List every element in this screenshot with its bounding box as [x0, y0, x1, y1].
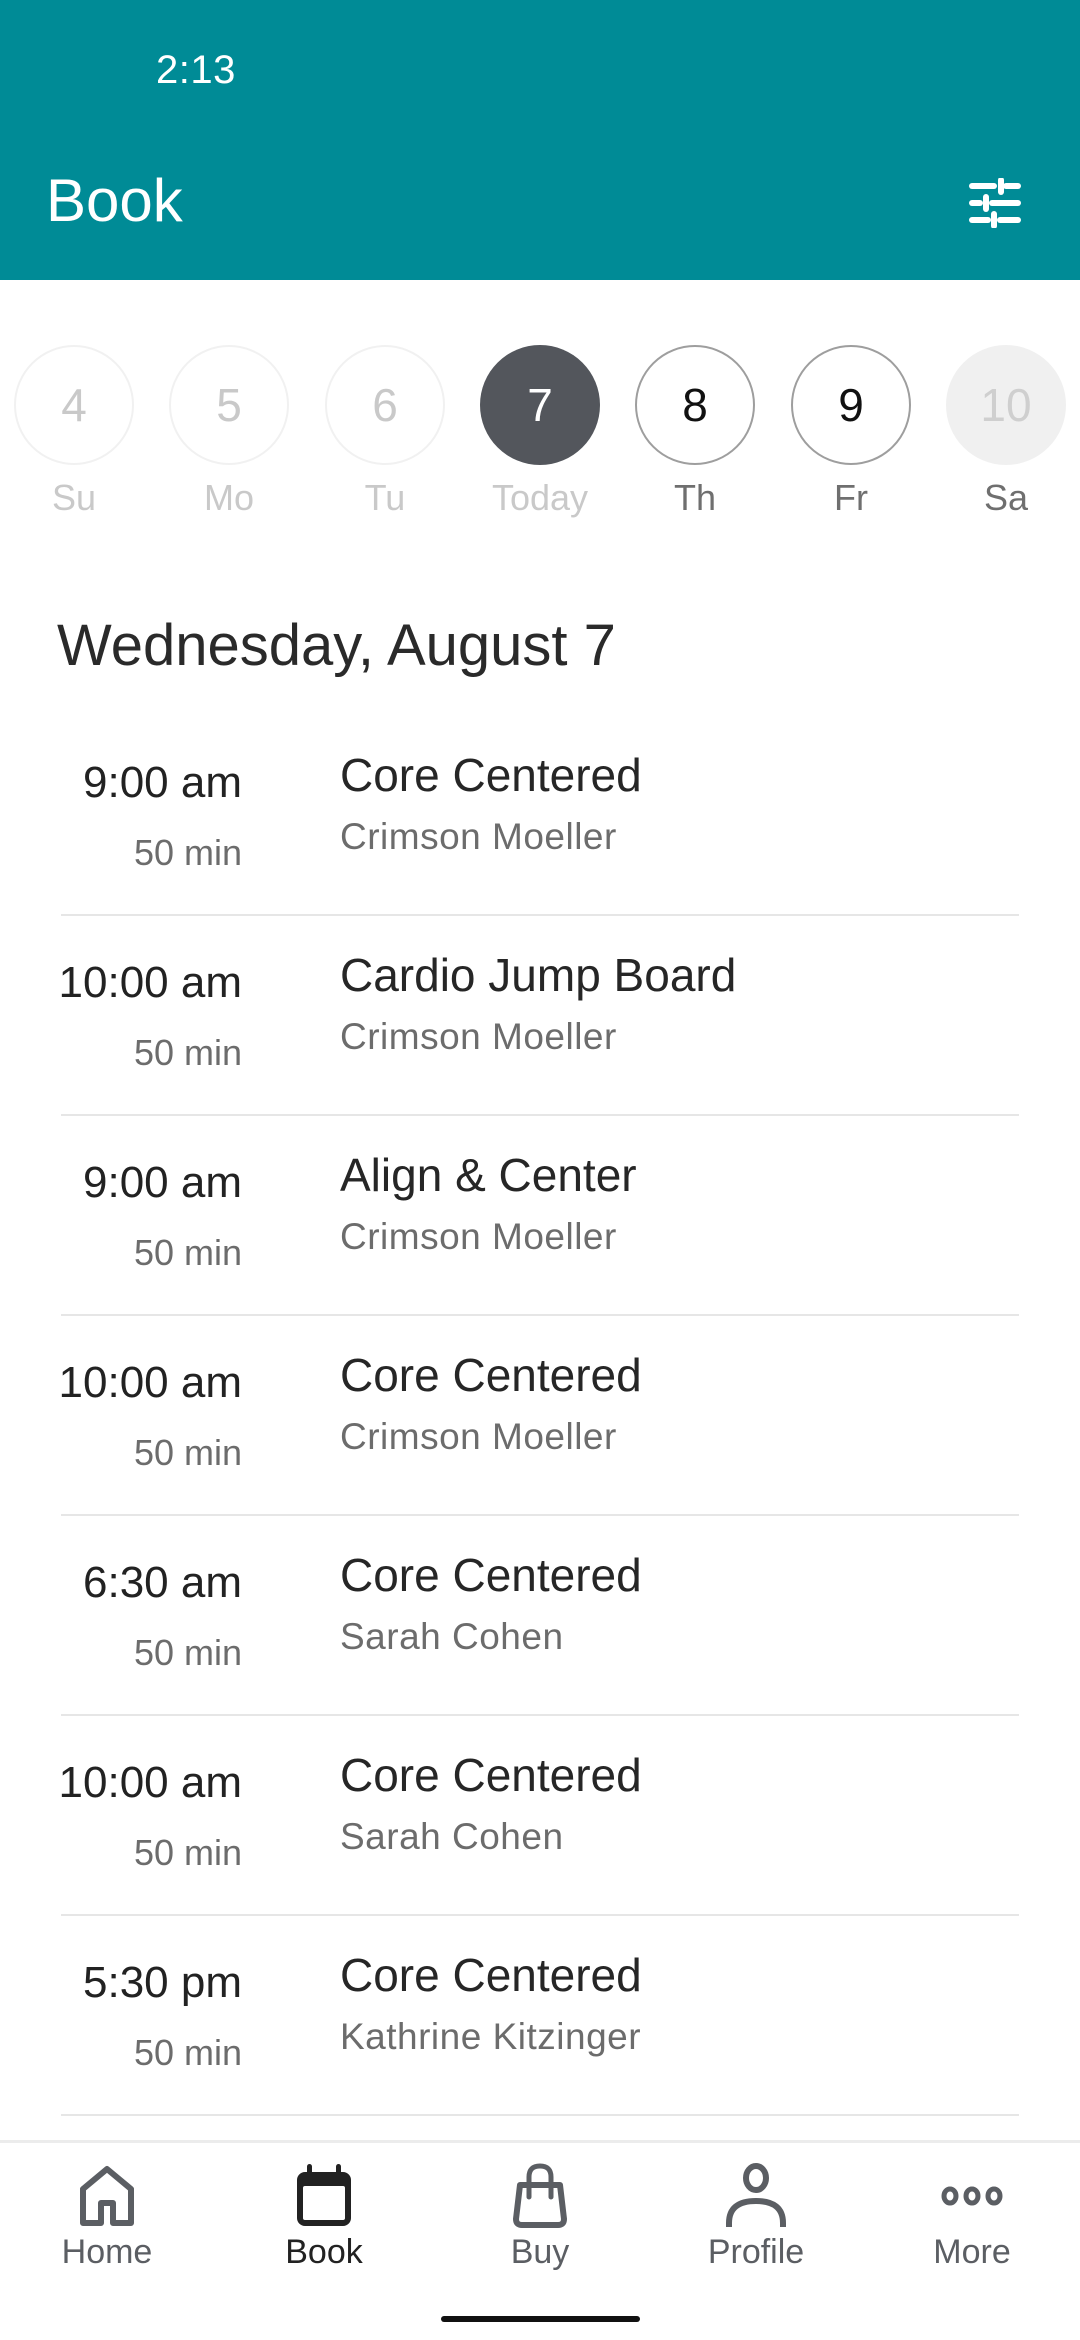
nav-label: More — [933, 2233, 1011, 2271]
home-indicator[interactable] — [441, 2316, 640, 2322]
nav-item-more[interactable]: More — [872, 2161, 1072, 2281]
day-label: Sa — [983, 477, 1029, 518]
day-label: Th — [673, 477, 716, 518]
day-label: Today — [491, 477, 589, 518]
class-time: 9:00 am — [83, 758, 242, 807]
class-time: 10:00 am — [58, 1758, 242, 1807]
page-title: Book — [46, 167, 183, 234]
day-number: 9 — [791, 345, 911, 465]
class-instructor: Crimson Moeller — [340, 816, 617, 857]
day-label: Fr — [834, 477, 868, 518]
class-row[interactable]: 6:30 am 50 min Core Centered Sarah Cohen — [0, 1516, 1080, 1716]
class-name: Cardio Jump Board — [340, 949, 737, 1001]
class-duration: 50 min — [133, 1232, 242, 1273]
day-label: Tu — [364, 477, 406, 518]
class-duration: 50 min — [133, 1432, 242, 1473]
class-name: Core Centered — [340, 1549, 642, 1601]
bottom-nav: Home Book Buy Profile More — [0, 2140, 1080, 2340]
home-icon — [72, 2161, 142, 2231]
class-instructor: Crimson Moeller — [340, 1216, 617, 1257]
class-duration: 50 min — [133, 832, 242, 873]
class-row[interactable]: 10:00 am 50 min Core Centered Crimson Mo… — [0, 1316, 1080, 1516]
class-instructor: Crimson Moeller — [340, 1016, 617, 1057]
class-instructor: Sarah Cohen — [340, 1616, 564, 1657]
day-item[interactable]: 7 Today — [475, 345, 605, 525]
class-instructor: Sarah Cohen — [340, 1816, 564, 1857]
nav-item-home[interactable]: Home — [7, 2161, 207, 2281]
app-root: 2:13 Book 4 Su 5 Mo 6 Tu 7 Today 8 Th 9 … — [0, 0, 1080, 2340]
day-item[interactable]: 8 Th — [630, 345, 760, 525]
class-time: 6:30 am — [83, 1558, 242, 1607]
class-name: Core Centered — [340, 1349, 642, 1401]
class-duration: 50 min — [133, 1632, 242, 1673]
nav-item-book[interactable]: Book — [224, 2161, 424, 2281]
day-label: Su — [51, 477, 97, 518]
class-time: 10:00 am — [58, 958, 242, 1007]
day-number: 5 — [169, 345, 289, 465]
calendar-icon — [289, 2161, 359, 2231]
class-row[interactable]: 10:00 am 50 min Cardio Jump Board Crimso… — [0, 916, 1080, 1116]
person-icon — [721, 2161, 791, 2231]
nav-label: Book — [285, 2233, 363, 2271]
header-bar: 2:13 Book — [0, 0, 1080, 280]
day-item[interactable]: 5 Mo — [164, 345, 294, 525]
filter-button[interactable] — [960, 168, 1030, 238]
class-instructor: Kathrine Kitzinger — [340, 2016, 642, 2057]
class-name: Core Centered — [340, 1949, 642, 2001]
class-row[interactable]: 10:00 am 50 min Core Centered Sarah Cohe… — [0, 1716, 1080, 1916]
class-row[interactable]: 9:00 am 50 min Align & Center Crimson Mo… — [0, 1116, 1080, 1316]
nav-label: Home — [61, 2233, 153, 2271]
class-time: 9:00 am — [83, 1158, 242, 1207]
day-number: 6 — [325, 345, 445, 465]
class-instructor: Crimson Moeller — [340, 1416, 617, 1457]
day-item[interactable]: 10 Sa — [941, 345, 1071, 525]
nav-label: Buy — [510, 2233, 570, 2271]
day-item[interactable]: 6 Tu — [320, 345, 450, 525]
class-name: Core Centered — [340, 1749, 642, 1801]
shopping-bag-icon — [505, 2161, 575, 2231]
day-item[interactable]: 4 Su — [9, 345, 139, 525]
nav-label: Profile — [707, 2233, 805, 2271]
class-duration: 50 min — [133, 1032, 242, 1073]
class-name: Align & Center — [340, 1149, 637, 1201]
day-number: 4 — [14, 345, 134, 465]
class-duration: 50 min — [133, 1832, 242, 1873]
nav-item-profile[interactable]: Profile — [656, 2161, 856, 2281]
class-name: Core Centered — [340, 749, 642, 801]
date-heading: Wednesday, August 7 — [57, 613, 616, 678]
day-selector: 4 Su 5 Mo 6 Tu 7 Today 8 Th 9 Fr 10 Sa — [0, 345, 1080, 525]
class-time: 5:30 pm — [83, 1958, 242, 2007]
day-item[interactable]: 9 Fr — [786, 345, 916, 525]
day-number: 8 — [635, 345, 755, 465]
class-duration: 50 min — [133, 2032, 242, 2073]
nav-item-buy[interactable]: Buy — [440, 2161, 640, 2281]
class-row[interactable]: 9:00 am 50 min Core Centered Crimson Moe… — [0, 716, 1080, 916]
status-bar-time: 2:13 — [156, 48, 236, 92]
class-list: 9:00 am 50 min Core Centered Crimson Moe… — [0, 716, 1080, 2116]
more-dots-icon — [937, 2161, 1007, 2231]
day-label: Mo — [203, 477, 254, 518]
class-row[interactable]: 5:30 pm 50 min Core Centered Kathrine Ki… — [0, 1916, 1080, 2116]
sliders-icon — [969, 178, 1021, 228]
day-number: 10 — [946, 345, 1066, 465]
class-time: 10:00 am — [58, 1358, 242, 1407]
day-number: 7 — [480, 345, 600, 465]
